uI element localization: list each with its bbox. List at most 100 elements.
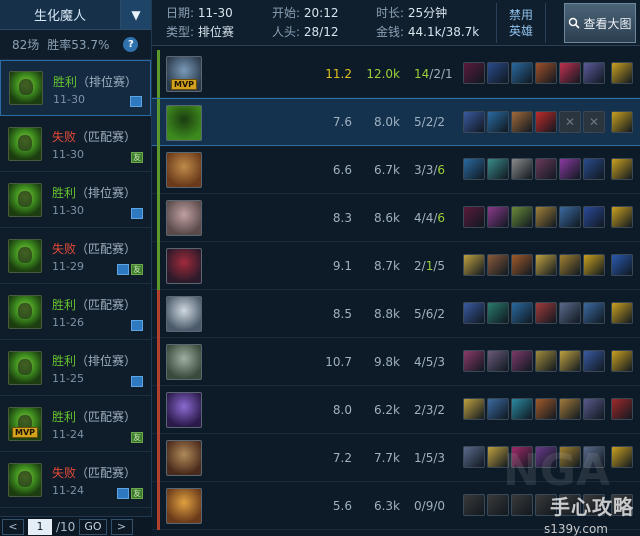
item-icon[interactable] [463,111,485,133]
item-icon[interactable] [463,494,485,516]
item-icon[interactable] [559,398,581,420]
item-icon[interactable] [511,111,533,133]
item-icon[interactable] [487,158,509,180]
item-icon[interactable] [559,494,581,516]
trinket-slot-icon[interactable] [611,111,633,133]
item-icon[interactable] [463,350,485,372]
item-icon[interactable] [535,62,557,84]
item-icon[interactable] [463,302,485,324]
player-row[interactable]: 8.5 8.8k 5/6/2 [152,290,640,338]
player-champion-portrait[interactable] [166,296,202,332]
item-icon[interactable] [535,350,557,372]
player-champion-portrait[interactable] [166,105,202,141]
player-row[interactable]: MVP 11.2 12.0k 14/2/1 [152,50,640,98]
item-icon[interactable] [583,302,605,324]
match-item[interactable]: 胜利（排位赛） 11-25 [0,340,151,396]
screenshot-icon[interactable] [117,264,129,275]
item-icon[interactable] [487,494,509,516]
screenshot-icon[interactable] [130,96,142,107]
trinket-slot-icon[interactable] [611,494,633,516]
empty-item-slot[interactable] [583,111,605,133]
item-icon[interactable] [583,158,605,180]
item-icon[interactable] [583,62,605,84]
match-item[interactable]: 胜利（排位赛） 11-30 [0,172,151,228]
match-item[interactable]: 胜利（排位赛） 11-30 [0,60,151,116]
trinket-slot-icon[interactable] [611,302,633,324]
item-icon[interactable] [583,254,605,276]
screenshot-icon[interactable] [131,376,143,387]
match-item[interactable]: 失败（匹配赛） 11-29 友 [0,228,151,284]
player-champion-portrait[interactable] [166,152,202,188]
trinket-slot-icon[interactable] [611,206,633,228]
item-icon[interactable] [487,398,509,420]
item-icon[interactable] [487,350,509,372]
item-icon[interactable] [487,254,509,276]
match-item[interactable]: MVP 胜利（匹配赛） 11-24 友 [0,396,151,452]
item-icon[interactable] [583,398,605,420]
item-icon[interactable] [487,446,509,468]
player-row[interactable]: 5.6 6.3k 0/9/0 [152,482,640,530]
item-icon[interactable] [559,206,581,228]
player-champion-portrait[interactable] [166,248,202,284]
item-icon[interactable] [535,302,557,324]
trinket-slot-icon[interactable] [611,62,633,84]
match-item[interactable]: 失败（匹配赛） 11-24 友 [0,452,151,508]
item-icon[interactable] [463,446,485,468]
item-icon[interactable] [487,111,509,133]
trinket-slot-icon[interactable] [611,158,633,180]
item-icon[interactable] [535,111,557,133]
player-champion-portrait[interactable] [166,392,202,428]
item-icon[interactable] [511,158,533,180]
match-item[interactable]: 胜利（匹配赛） 11-26 [0,284,151,340]
empty-item-slot[interactable] [559,111,581,133]
chevron-down-icon[interactable]: ▼ [121,0,151,29]
item-icon[interactable] [559,158,581,180]
match-item[interactable]: 失败（匹配赛） 11-30 友 [0,116,151,172]
player-champion-portrait[interactable] [166,488,202,524]
item-icon[interactable] [559,254,581,276]
player-champion-portrait[interactable]: MVP [166,56,202,92]
item-icon[interactable] [583,446,605,468]
item-icon[interactable] [511,254,533,276]
item-icon[interactable] [511,206,533,228]
trinket-slot-icon[interactable] [611,446,633,468]
trinket-slot-icon[interactable] [611,350,633,372]
item-icon[interactable] [511,302,533,324]
page-input[interactable]: 1 [28,518,52,535]
item-icon[interactable] [535,158,557,180]
next-page-button[interactable]: > [110,518,133,535]
player-row[interactable]: 10.7 9.8k 4/5/3 [152,338,640,386]
item-icon[interactable] [463,206,485,228]
player-row[interactable]: 9.1 8.7k 2/1/5 [152,242,640,290]
item-icon[interactable] [583,494,605,516]
player-row[interactable]: 7.2 7.7k 1/5/3 [152,434,640,482]
item-icon[interactable] [463,158,485,180]
trinket-slot-icon[interactable] [611,254,633,276]
item-icon[interactable] [487,302,509,324]
item-icon[interactable] [511,446,533,468]
player-champion-portrait[interactable] [166,200,202,236]
screenshot-icon[interactable] [131,320,143,331]
item-icon[interactable] [559,302,581,324]
item-icon[interactable] [463,254,485,276]
view-map-button[interactable]: 查看大图 [564,3,636,43]
item-icon[interactable] [535,398,557,420]
item-icon[interactable] [559,446,581,468]
item-icon[interactable] [535,254,557,276]
screenshot-icon[interactable] [131,208,143,219]
player-row[interactable]: 6.6 6.7k 3/3/6 [152,146,640,194]
item-icon[interactable] [559,62,581,84]
player-champion-portrait[interactable] [166,344,202,380]
item-icon[interactable] [559,350,581,372]
item-icon[interactable] [583,350,605,372]
trinket-slot-icon[interactable] [611,398,633,420]
item-icon[interactable] [511,350,533,372]
item-icon[interactable] [463,62,485,84]
item-icon[interactable] [511,62,533,84]
player-row[interactable]: 8.0 6.2k 2/3/2 [152,386,640,434]
item-icon[interactable] [487,62,509,84]
champion-selector[interactable]: 生化魔人 ▼ [0,0,151,30]
player-row[interactable]: 8.3 8.6k 4/4/6 [152,194,640,242]
item-icon[interactable] [535,206,557,228]
item-icon[interactable] [511,494,533,516]
